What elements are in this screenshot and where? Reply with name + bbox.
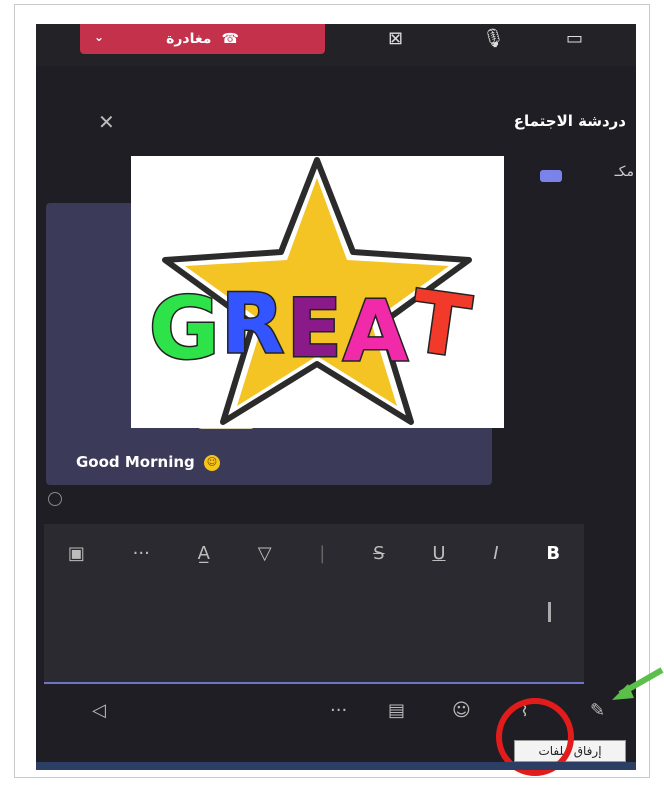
chevron-down-icon[interactable]: ⌄ <box>94 30 104 44</box>
great-star-graphic: G R E A T <box>148 157 477 425</box>
format-icon[interactable]: ✎ <box>590 700 605 721</box>
compose-focus-underline <box>44 682 584 684</box>
sticker-letter-r: R <box>221 277 284 372</box>
more-actions-icon[interactable]: ··· <box>330 700 347 721</box>
more-options-icon[interactable]: ··· <box>133 543 150 564</box>
clipboard-icon[interactable]: ▣ <box>68 543 85 564</box>
compose-box[interactable]: ▣ ··· A̲ ▽ | S U I B <box>44 524 584 682</box>
share-tray-icon[interactable]: ⊠ <box>388 28 403 49</box>
toolbar-divider: | <box>319 542 326 564</box>
highlight-icon[interactable]: ▽ <box>258 543 272 564</box>
emoji-icon[interactable]: ☺ <box>452 700 471 721</box>
bold-icon[interactable]: B <box>546 543 560 564</box>
chat-header: دردشة الاجتماع ✕ <box>36 104 636 144</box>
strikethrough-label: S <box>373 542 385 564</box>
chat-title: دردشة الاجتماع <box>513 112 626 130</box>
message-text: Good Morning ☺ <box>76 453 220 471</box>
meeting-video-icon <box>540 170 562 182</box>
underline-icon[interactable]: U <box>432 543 445 564</box>
taskbar-strip <box>36 762 636 770</box>
camera-off-icon[interactable]: ▭ <box>566 28 583 49</box>
meeting-top-bar: ☎ مغادرة ⌄ ⊠ 🎙 ▭ <box>36 24 636 66</box>
close-icon[interactable]: ✕ <box>98 110 115 134</box>
text-cursor <box>548 602 551 622</box>
meeting-name: مكـ <box>614 164 634 180</box>
sticker-letter-e: E <box>287 282 342 375</box>
italic-icon[interactable]: I <box>493 543 498 564</box>
mic-off-icon[interactable]: 🎙 <box>482 28 505 49</box>
font-color-icon[interactable]: A̲ <box>198 543 210 564</box>
phone-hangup-icon: ☎ <box>221 31 239 47</box>
smiley-emoji-icon: ☺ <box>203 454 220 471</box>
sticker-letter-g: G <box>149 279 220 379</box>
underline-label: U <box>432 542 446 564</box>
message-label: Good Morning <box>76 453 195 471</box>
leave-label: مغادرة <box>166 31 212 47</box>
scroll-indicator-icon[interactable] <box>48 492 62 506</box>
send-icon[interactable]: ◁ <box>92 700 106 721</box>
great-sticker: G R E A T <box>131 156 504 428</box>
sticker-icon[interactable]: ▤ <box>388 700 405 721</box>
format-toolbar: ▣ ··· A̲ ▽ | S U I B <box>44 538 584 568</box>
sticker-letter-t: T <box>405 272 475 377</box>
strikethrough-icon[interactable]: S <box>373 543 384 564</box>
sticker-letter-a: A <box>343 282 408 380</box>
leave-button[interactable]: ☎ مغادرة ⌄ <box>80 24 325 54</box>
green-arrow-annotation <box>612 667 664 700</box>
italic-label: I <box>493 542 499 564</box>
